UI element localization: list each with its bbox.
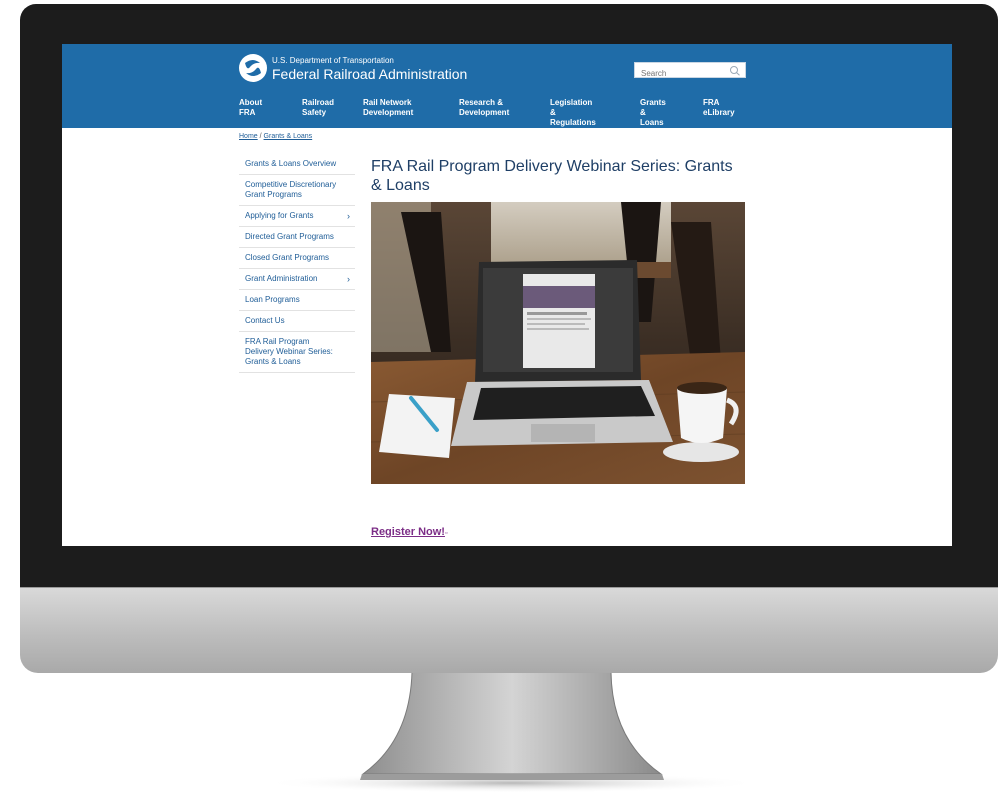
sidebar-item-label: Directed Grant Programs: [245, 232, 334, 241]
sidebar-nav: Grants & Loans Overview Competitive Disc…: [239, 154, 355, 373]
sidebar-item-grant-administration[interactable]: Grant Administration ›: [239, 269, 355, 290]
monitor-mockup: U.S. Department of Transportation Federa…: [0, 0, 1008, 793]
page-title: FRA Rail Program Delivery Webinar Series…: [371, 158, 733, 194]
breadcrumb-grants-loans[interactable]: Grants & Loans: [264, 133, 313, 140]
nav-legislation-regulations[interactable]: Legislation & Regulations: [550, 98, 596, 128]
nav-about-fra[interactable]: About FRA: [239, 98, 262, 118]
sidebar-item-label: Competitive Discretionary Grant Programs: [245, 180, 337, 199]
sidebar-item-label: Grant Administration: [245, 274, 318, 283]
chevron-right-icon[interactable]: ›: [347, 274, 350, 284]
sidebar-item-label: Grants & Loans Overview: [245, 159, 337, 168]
site-header: U.S. Department of Transportation Federa…: [62, 44, 952, 128]
sidebar-item-loan-programs[interactable]: Loan Programs: [239, 290, 355, 311]
sidebar-item-closed-grant-programs[interactable]: Closed Grant Programs: [239, 248, 355, 269]
sidebar-item-label: Closed Grant Programs: [245, 253, 330, 262]
sidebar-item-label: FRA Rail Program Delivery Webinar Series…: [245, 337, 333, 366]
sidebar-item-webinar-series[interactable]: FRA Rail Program Delivery Webinar Series…: [239, 332, 355, 373]
sidebar-item-applying-for-grants[interactable]: Applying for Grants ›: [239, 206, 355, 227]
external-link-icon: ▫: [445, 530, 448, 537]
sidebar-item-label: Contact Us: [245, 316, 285, 325]
sidebar-item-grants-loans-overview[interactable]: Grants & Loans Overview: [239, 154, 355, 175]
breadcrumb-separator: /: [259, 133, 262, 140]
nav-research-development[interactable]: Research & Development: [459, 98, 509, 118]
nav-railroad-safety[interactable]: Railroad Safety: [302, 98, 334, 118]
search-box[interactable]: [634, 62, 746, 81]
breadcrumb-home[interactable]: Home: [239, 133, 258, 140]
agency-department-label: U.S. Department of Transportation: [272, 56, 394, 65]
search-icon[interactable]: [729, 65, 741, 76]
nav-rail-network-development[interactable]: Rail Network Development: [363, 98, 413, 118]
nav-grants-loans[interactable]: Grants & Loans: [640, 98, 666, 128]
sidebar-item-label: Applying for Grants: [245, 211, 314, 220]
sidebar-item-competitive-discretionary[interactable]: Competitive Discretionary Grant Programs: [239, 175, 355, 206]
search-input[interactable]: [635, 66, 727, 81]
agency-name[interactable]: Federal Railroad Administration: [272, 66, 467, 82]
dot-logo-icon[interactable]: [239, 54, 267, 82]
screen: U.S. Department of Transportation Federa…: [62, 44, 952, 546]
chevron-right-icon[interactable]: ›: [347, 211, 350, 221]
webinar-hero-image: [371, 202, 745, 484]
breadcrumb: Home / Grants & Loans: [239, 133, 312, 140]
sidebar-item-contact-us[interactable]: Contact Us: [239, 311, 355, 332]
sidebar-item-directed-grant-programs[interactable]: Directed Grant Programs: [239, 227, 355, 248]
monitor-chin: [20, 587, 998, 673]
sidebar-item-label: Loan Programs: [245, 295, 300, 304]
nav-fra-elibrary[interactable]: FRA eLibrary: [703, 98, 735, 118]
register-now-link[interactable]: Register Now!: [371, 526, 445, 538]
